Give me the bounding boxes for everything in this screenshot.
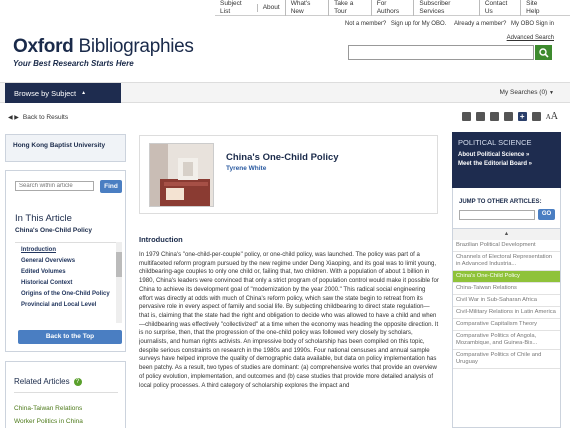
- help-icon[interactable]: ?: [73, 377, 82, 386]
- in-this-article-subtitle: China's One-Child Policy: [15, 227, 93, 234]
- logo-bibliographies: Bibliographies: [73, 36, 194, 57]
- table-of-contents: Introduction General Overviews Edited Vo…: [15, 242, 118, 323]
- article-list: ▲ Brazilian Political Development Channel…: [452, 228, 561, 428]
- jump-to-articles: JUMP TO OTHER ARTICLES: GO: [452, 188, 561, 228]
- article-list-item[interactable]: China's One-Child Policy: [453, 271, 560, 283]
- already-member-text: Already a member?: [453, 21, 507, 27]
- introduction-heading: Introduction: [139, 235, 183, 244]
- my-searches-link[interactable]: My Searches (0) ▼: [500, 89, 554, 96]
- related-articles-heading: Related Articles?: [14, 377, 82, 386]
- account-line: Not a member? Sign up for My OBO. Alread…: [345, 21, 554, 27]
- my-searches-count: (0): [539, 89, 548, 96]
- related-item-worker-politics[interactable]: Worker Politics in China: [14, 418, 83, 425]
- site-search-button[interactable]: [535, 45, 552, 60]
- institution-box: Hong Kong Baptist University: [5, 134, 126, 162]
- toc-item-provincial-local[interactable]: Provincial and Local Level: [15, 298, 118, 309]
- related-articles-box: Related Articles? China-Taiwan Relations…: [5, 361, 126, 428]
- print-icon[interactable]: [475, 112, 485, 121]
- article-list-item[interactable]: Channels of Electoral Representation in …: [453, 252, 560, 271]
- article-list-item[interactable]: Civil-Military Relations in Latin Americ…: [453, 307, 560, 319]
- related-articles-label: Related Articles: [14, 377, 70, 386]
- subject-navbar: Browse by Subject ▲ My Searches (0) ▼: [0, 82, 570, 103]
- text-size-icon[interactable]: AA: [546, 111, 558, 122]
- article-list-item[interactable]: Brazilian Political Development: [453, 240, 560, 252]
- toc-item-introduction[interactable]: Introduction: [15, 243, 118, 254]
- jump-input[interactable]: [459, 210, 535, 220]
- article-list-item[interactable]: Civil War in Sub-Saharan Africa: [453, 295, 560, 307]
- article-list-item[interactable]: China-Taiwan Relations: [453, 283, 560, 295]
- introduction-text: In 1979 China's "one-child-per-couple" p…: [139, 251, 439, 389]
- email-icon[interactable]: [489, 112, 499, 121]
- article-list-item[interactable]: Comparative Capitalism Theory: [453, 319, 560, 331]
- top-link-whats-new[interactable]: What's New: [284, 0, 328, 16]
- save-icon[interactable]: [531, 112, 541, 121]
- logo-tagline: Your Best Research Starts Here: [13, 59, 134, 68]
- toc-item-general-overviews[interactable]: General Overviews: [15, 254, 118, 265]
- article-author[interactable]: Tyrene White: [226, 165, 266, 172]
- related-item-china-taiwan[interactable]: China-Taiwan Relations: [14, 405, 82, 412]
- top-link-site-help[interactable]: Site Help: [520, 0, 556, 16]
- article-header-card: China's One-Child Policy Tyrene White: [139, 135, 438, 214]
- toc-item-historical-context[interactable]: Historical Context: [15, 276, 118, 287]
- chevron-down-icon: ▼: [549, 90, 554, 96]
- site-search-input[interactable]: [348, 45, 534, 60]
- about-subject-link[interactable]: About Political Science »: [458, 152, 555, 158]
- toc-item-origins[interactable]: Origins of the One-Child Policy: [15, 287, 118, 298]
- divider: [14, 392, 118, 393]
- jump-label: JUMP TO OTHER ARTICLES:: [459, 199, 542, 205]
- subject-box: POLITICAL SCIENCE About Political Scienc…: [452, 132, 561, 188]
- top-link-subject-list[interactable]: Subject List: [215, 0, 257, 16]
- browse-label: Browse by Subject: [14, 88, 77, 98]
- article-tools: + AA: [461, 111, 558, 122]
- top-link-contact-us[interactable]: Contact Us: [478, 0, 520, 16]
- toc-scrollbar[interactable]: [116, 242, 122, 323]
- share-icon[interactable]: [503, 112, 513, 121]
- toc-item-edited-volumes[interactable]: Edited Volumes: [15, 265, 118, 276]
- advanced-search-link[interactable]: Advanced Search: [507, 35, 554, 41]
- site-logo[interactable]: Oxford Bibliographies Your Best Research…: [13, 36, 194, 68]
- cite-icon[interactable]: [461, 112, 471, 121]
- subject-heading: POLITICAL SCIENCE: [458, 138, 532, 147]
- my-searches-label: My Searches: [499, 89, 538, 96]
- top-link-subscriber-services[interactable]: Subscriber Services: [413, 0, 478, 16]
- add-icon[interactable]: +: [517, 112, 527, 121]
- top-link-about[interactable]: About: [256, 3, 285, 12]
- not-member-text: Not a member?: [344, 21, 387, 27]
- back-arrows-icon: ◀ ▶: [8, 115, 19, 121]
- search-within-article-input[interactable]: [15, 181, 94, 191]
- search-icon: [538, 47, 549, 58]
- find-button[interactable]: Find: [100, 180, 122, 193]
- chevron-down-icon: ▲: [81, 90, 87, 96]
- top-link-take-a-tour[interactable]: Take a Tour: [328, 0, 371, 16]
- sign-in-link[interactable]: My OBO Sign in: [511, 21, 554, 27]
- back-to-results-link[interactable]: ◀ ▶ Back to Results: [8, 114, 68, 121]
- article-list-item[interactable]: Comparative Politics of Chile and Urugua…: [453, 350, 560, 369]
- back-to-top-button[interactable]: Back to the Top: [18, 330, 122, 344]
- top-link-for-authors[interactable]: For Authors: [370, 0, 414, 16]
- scroll-up-icon[interactable]: ▲: [453, 229, 560, 240]
- article-thumbnail: [149, 143, 214, 207]
- logo-oxford: Oxford: [13, 36, 74, 57]
- article-title: China's One-Child Policy: [226, 152, 339, 163]
- toc-scroll-thumb[interactable]: [116, 252, 122, 277]
- go-button[interactable]: GO: [538, 209, 555, 220]
- browse-by-subject-button[interactable]: Browse by Subject ▲: [5, 83, 121, 103]
- article-list-item[interactable]: Comparative Politics of Angola, Mozambiq…: [453, 331, 560, 350]
- back-to-results-label: Back to Results: [22, 114, 69, 121]
- in-this-article-heading: In This Article: [15, 213, 72, 224]
- right-sidebar: POLITICAL SCIENCE About Political Scienc…: [452, 132, 561, 428]
- top-links: Subject List About What's New Take a Tou…: [215, 0, 570, 16]
- sign-up-link[interactable]: Sign up for My OBO.: [391, 21, 446, 27]
- in-this-article-box: Find In This Article China's One-Child P…: [5, 170, 126, 352]
- editorial-board-link[interactable]: Meet the Editorial Board »: [458, 161, 555, 167]
